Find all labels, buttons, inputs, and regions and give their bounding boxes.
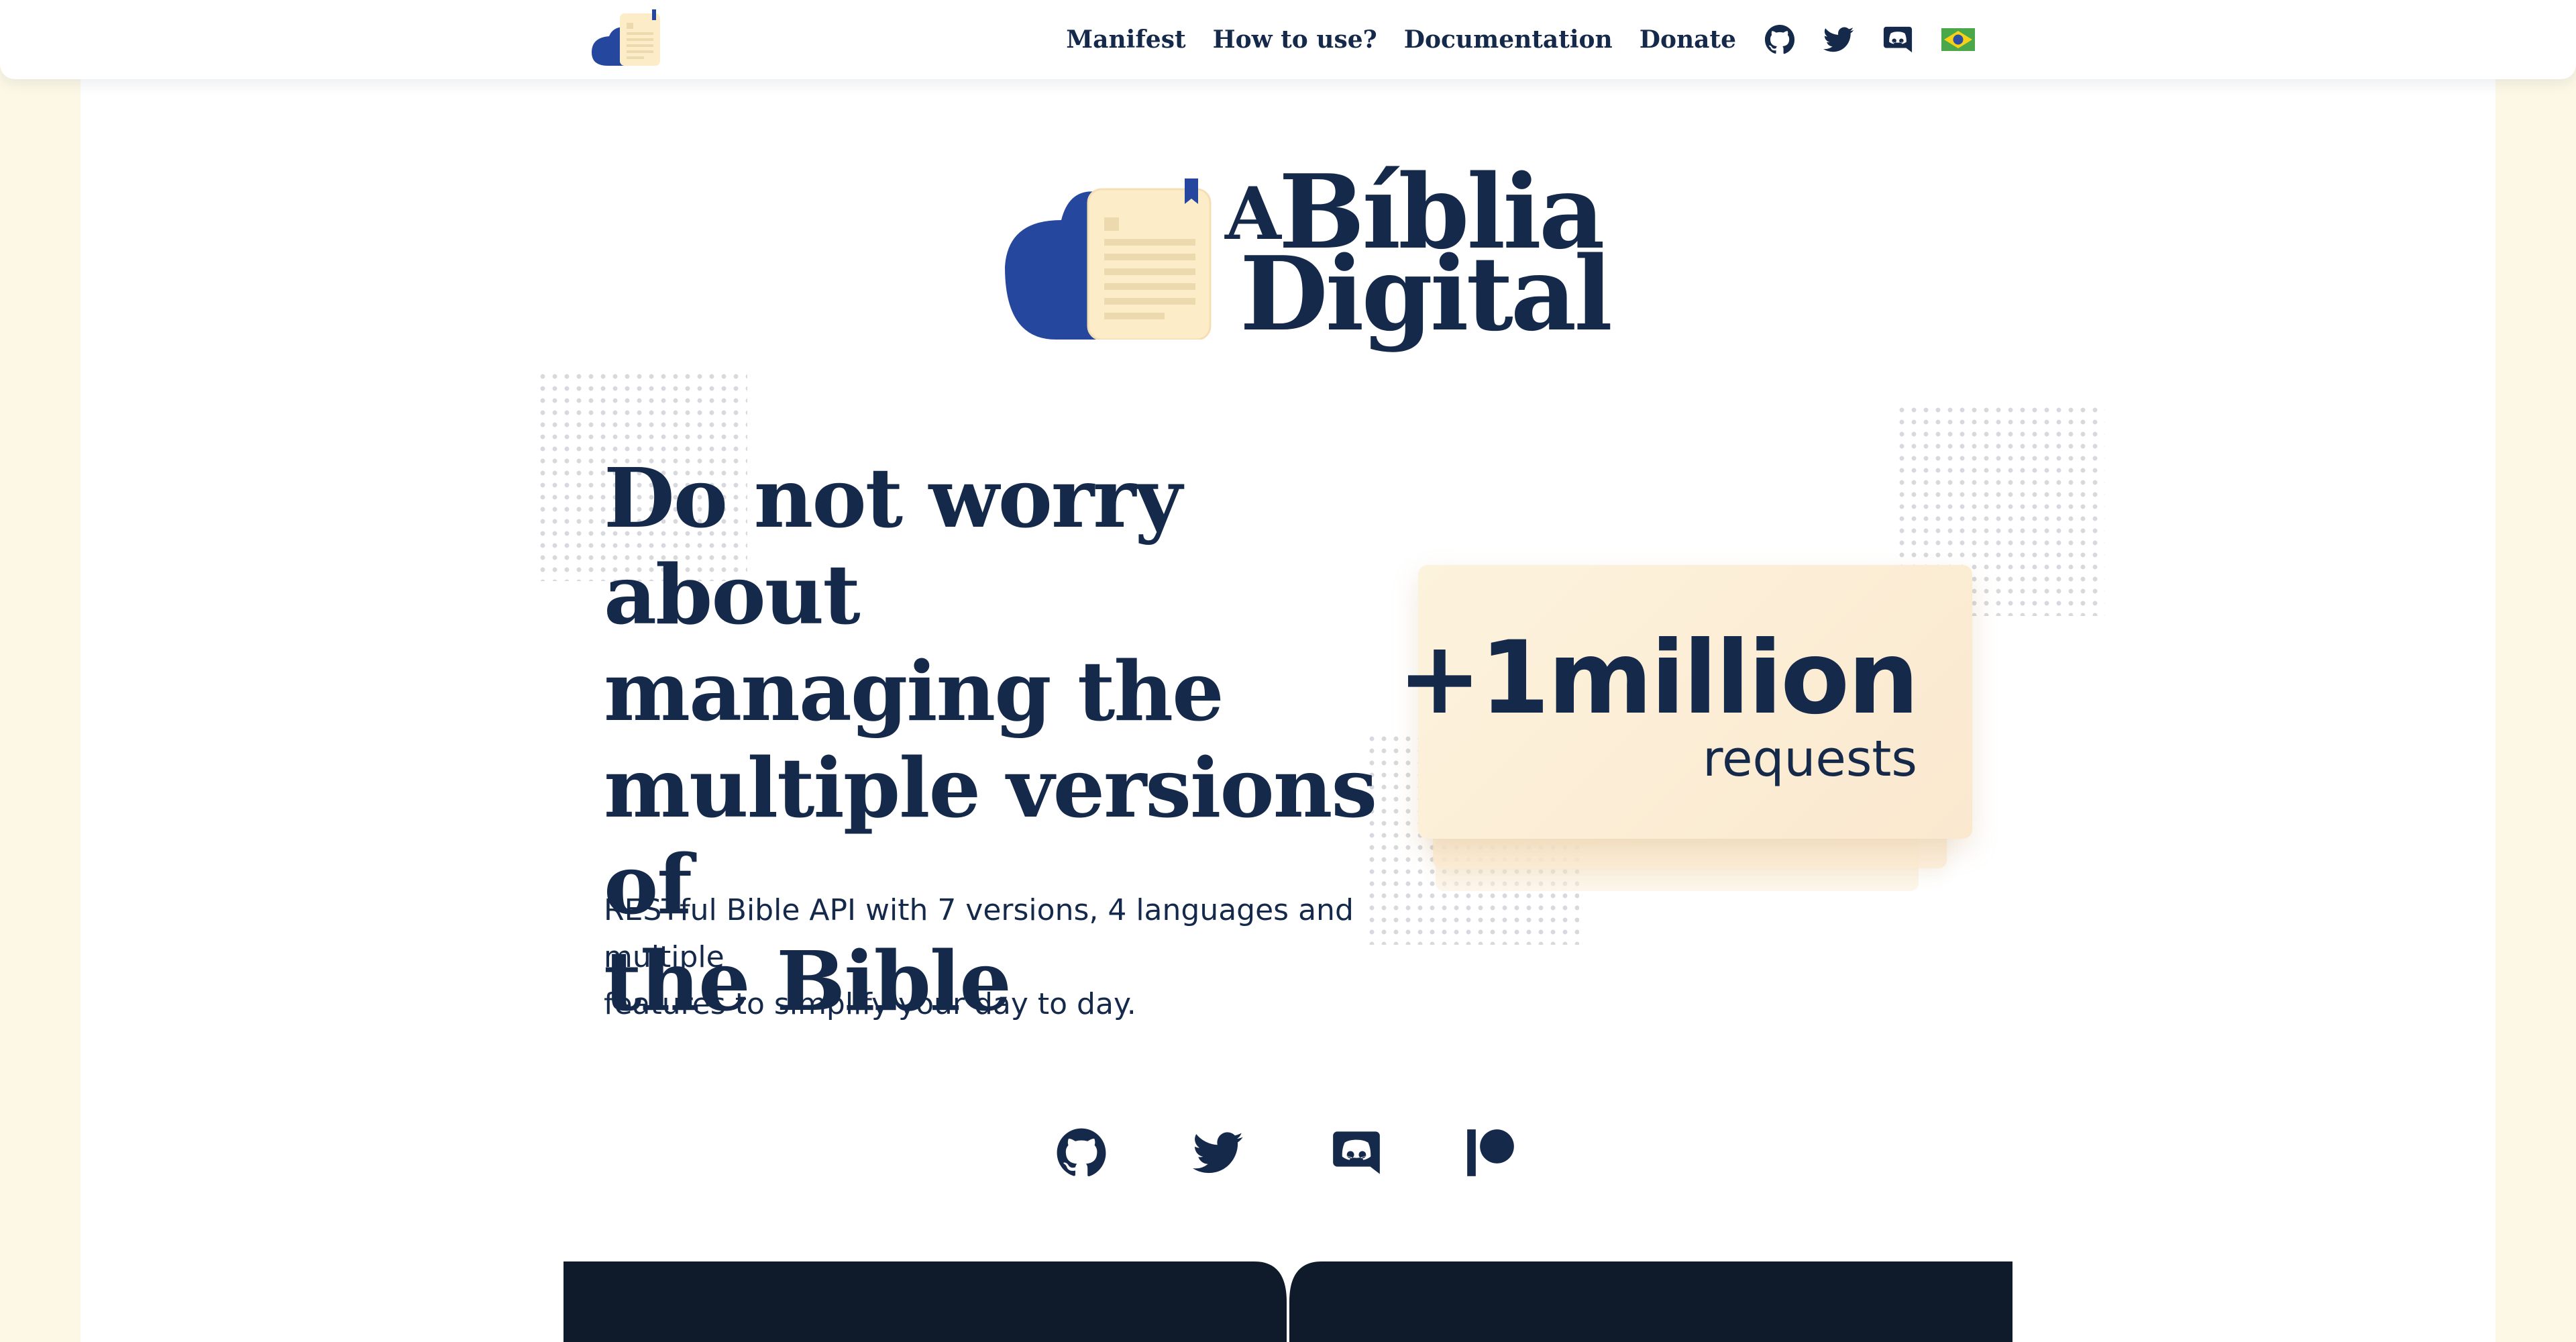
requests-stat-card: +1million requests: [1397, 565, 1972, 839]
nav-link-documentation[interactable]: Documentation: [1404, 25, 1613, 54]
headline-line: managing the: [604, 643, 1224, 739]
discord-icon[interactable]: [1882, 24, 1913, 55]
dark-book-section: [564, 1261, 2012, 1342]
social-links: [1056, 1127, 1525, 1181]
nav-logo[interactable]: [589, 9, 663, 67]
twitter-icon[interactable]: [1823, 24, 1854, 55]
patreon-icon[interactable]: [1465, 1127, 1516, 1178]
nav-link-donate[interactable]: Donate: [1640, 25, 1736, 54]
hero-logo: A Bíblia Digital: [1004, 152, 1613, 354]
twitter-icon[interactable]: [1193, 1127, 1244, 1178]
stat-number: +1million: [1397, 620, 1919, 737]
hero-subtitle: RESTful Bible API with 7 versions, 4 lan…: [604, 887, 1395, 1028]
nav-link-manifest[interactable]: Manifest: [1066, 25, 1185, 54]
github-icon[interactable]: [1764, 24, 1795, 55]
nav-links: Manifest How to use? Documentation Donat…: [1066, 0, 1975, 79]
logo-title-line2: Digital: [1240, 234, 1613, 354]
discord-icon[interactable]: [1331, 1127, 1382, 1178]
subtitle-line: features to simplify your day to day.: [604, 987, 1136, 1021]
top-navbar: Manifest How to use? Documentation Donat…: [0, 0, 2576, 79]
subtitle-line: RESTful Bible API with 7 versions, 4 lan…: [604, 893, 1354, 974]
nav-link-how-to-use[interactable]: How to use?: [1213, 25, 1377, 54]
github-icon[interactable]: [1056, 1127, 1107, 1178]
headline-line: Do not worry about: [604, 450, 1182, 643]
bible-cloud-logo-icon: [1005, 178, 1212, 340]
logo-wordmark: A Bíblia Digital: [1225, 152, 1613, 354]
brazil-flag-icon[interactable]: [1941, 28, 1975, 51]
stat-label: requests: [1703, 730, 1917, 788]
